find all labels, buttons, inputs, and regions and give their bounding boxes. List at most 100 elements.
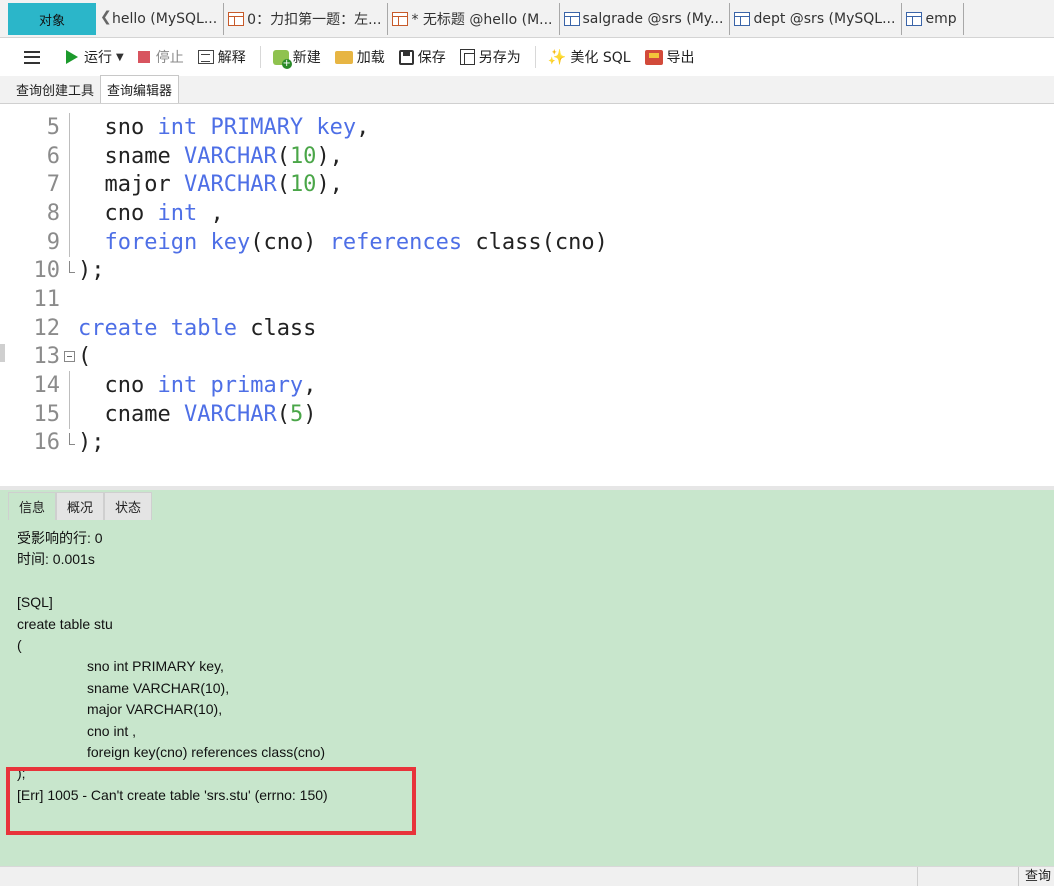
table-icon	[563, 12, 580, 26]
code-line: 10);	[8, 256, 1054, 285]
text-token: (cno)	[250, 230, 330, 255]
save-as-label: 另存为	[478, 50, 521, 66]
tab-bar: 对象 ❮ hello (MySQL... 0：力扣第一题：左... * 无标题 @h…	[0, 0, 1054, 38]
fold-guide	[69, 371, 70, 400]
explain-label: 解释	[217, 50, 246, 66]
output-line: 受影响的行: 0	[17, 530, 103, 546]
beautify-sql-button[interactable]: ✨ 美化 SQL	[548, 47, 631, 67]
fold-guide	[69, 199, 70, 228]
code-line: 11	[8, 285, 1054, 314]
document-tab[interactable]: hello (MySQL...	[112, 3, 225, 35]
document-tab[interactable]: salgrade @srs (My...	[560, 3, 731, 35]
text-token: ,	[356, 115, 370, 140]
query-icon	[392, 12, 409, 26]
status-query-label: 查询	[1018, 867, 1054, 886]
document-tab-label: dept @srs (MySQL...	[753, 11, 896, 27]
document-tabs: hello (MySQL... 0：力扣第一题：左... * 无标题 @hello …	[112, 3, 964, 35]
line-number: 16	[33, 430, 61, 455]
line-number: 7	[46, 172, 60, 197]
export-button[interactable]: 导出	[644, 47, 695, 67]
run-label: 运行	[84, 50, 112, 66]
code-text: (	[78, 342, 91, 371]
chevron-down-icon[interactable]: ▼	[116, 52, 124, 63]
line-number: 5	[46, 115, 60, 140]
save-as-icon	[459, 49, 475, 65]
code-line: 7 major VARCHAR(10),	[8, 170, 1054, 199]
toolbar: 运行 ▼ 停止 解释 新建 加载 保存 另存为 ✨ 美化 SQL 导出	[0, 38, 1054, 76]
query-icon	[228, 12, 245, 26]
code-line: 9 foreign key(cno) references class(cno)	[8, 228, 1054, 257]
fold-guide	[69, 142, 70, 171]
keyword-token: int	[157, 201, 198, 226]
text-token: );	[78, 258, 105, 283]
line-number: 11	[33, 287, 61, 312]
sql-editor[interactable]: 5 sno int PRIMARY key, 6 sname VARCHAR(10…	[8, 106, 1054, 486]
error-highlight-box	[6, 767, 416, 835]
text-token: ,	[303, 373, 317, 398]
keyword-token: int PRIMARY key	[157, 115, 357, 140]
menu-icon[interactable]	[24, 50, 40, 64]
text-token: (	[276, 172, 290, 197]
document-tab[interactable]: dept @srs (MySQL...	[730, 3, 903, 35]
stop-button[interactable]: 停止	[137, 47, 184, 67]
line-number: 13	[33, 344, 61, 369]
export-label: 导出	[666, 50, 695, 66]
code-line: 8 cno int ,	[8, 199, 1054, 228]
toolbar-divider	[259, 46, 261, 68]
load-label: 加载	[356, 50, 385, 66]
output-line: (	[17, 636, 22, 653]
load-button[interactable]: 加载	[334, 47, 385, 67]
code-line: 6 sname VARCHAR(10),	[8, 142, 1054, 171]
tab-query-builder[interactable]: 查询创建工具	[10, 75, 100, 103]
fold-guide	[69, 170, 70, 199]
number-token: 10	[289, 144, 317, 169]
code-text: sno int PRIMARY key,	[78, 113, 369, 142]
chevron-left-icon[interactable]: ❮	[100, 9, 112, 25]
tab-query-editor[interactable]: 查询编辑器	[100, 75, 180, 103]
keyword-token: VARCHAR	[183, 144, 277, 169]
code-text: create table class	[78, 314, 316, 343]
keyword-token: VARCHAR	[183, 172, 277, 197]
explain-button[interactable]: 解释	[197, 47, 246, 67]
document-tab-label: salgrade @srs (My...	[582, 11, 724, 27]
magic-wand-icon: ✨	[547, 48, 567, 66]
explain-icon	[197, 50, 214, 64]
result-tab[interactable]: 概况	[56, 492, 105, 520]
text-token: cno	[78, 373, 158, 398]
text-token: ),	[316, 144, 343, 169]
text-token: sname	[78, 144, 184, 169]
output-line: sno int PRIMARY key,	[87, 658, 224, 675]
toolbar-divider	[534, 46, 536, 68]
document-tab[interactable]: 0：力扣第一题：左...	[224, 3, 389, 35]
save-as-button[interactable]: 另存为	[459, 47, 521, 67]
line-number: 14	[33, 373, 61, 398]
code-line: 16);	[8, 428, 1054, 457]
code-text: cno int ,	[78, 199, 224, 228]
new-query-icon	[272, 49, 292, 69]
result-tab[interactable]: 状态	[104, 492, 153, 520]
stop-icon	[137, 51, 150, 63]
document-tab-label: 0：力扣第一题：左...	[247, 12, 382, 28]
resize-handle[interactable]	[0, 344, 5, 362]
document-tab[interactable]: emp	[902, 3, 964, 35]
line-number: 10	[33, 258, 61, 283]
fold-guide	[69, 228, 70, 257]
keyword-token: int primary	[157, 373, 304, 398]
text-token: sno	[78, 115, 158, 140]
status-bar: 查询	[0, 866, 1054, 886]
play-icon	[66, 50, 78, 64]
new-button[interactable]: 新建	[272, 47, 321, 69]
fold-toggle-icon[interactable]	[64, 351, 75, 362]
document-tab[interactable]: * 无标题 @hello (M...	[388, 3, 560, 35]
table-icon	[906, 12, 923, 26]
run-button[interactable]: 运行 ▼	[66, 47, 124, 67]
result-tab[interactable]: 信息	[8, 492, 57, 520]
code-line: 15 cname VARCHAR(5)	[8, 400, 1054, 429]
save-button[interactable]: 保存	[398, 47, 446, 67]
text-token: ,	[197, 201, 224, 226]
result-panel-tabs: 信息 概况 状态	[8, 492, 153, 520]
code-text: foreign key(cno) references class(cno)	[78, 228, 608, 257]
objects-tab[interactable]: 对象	[8, 3, 96, 35]
keyword-token: references	[329, 230, 463, 255]
